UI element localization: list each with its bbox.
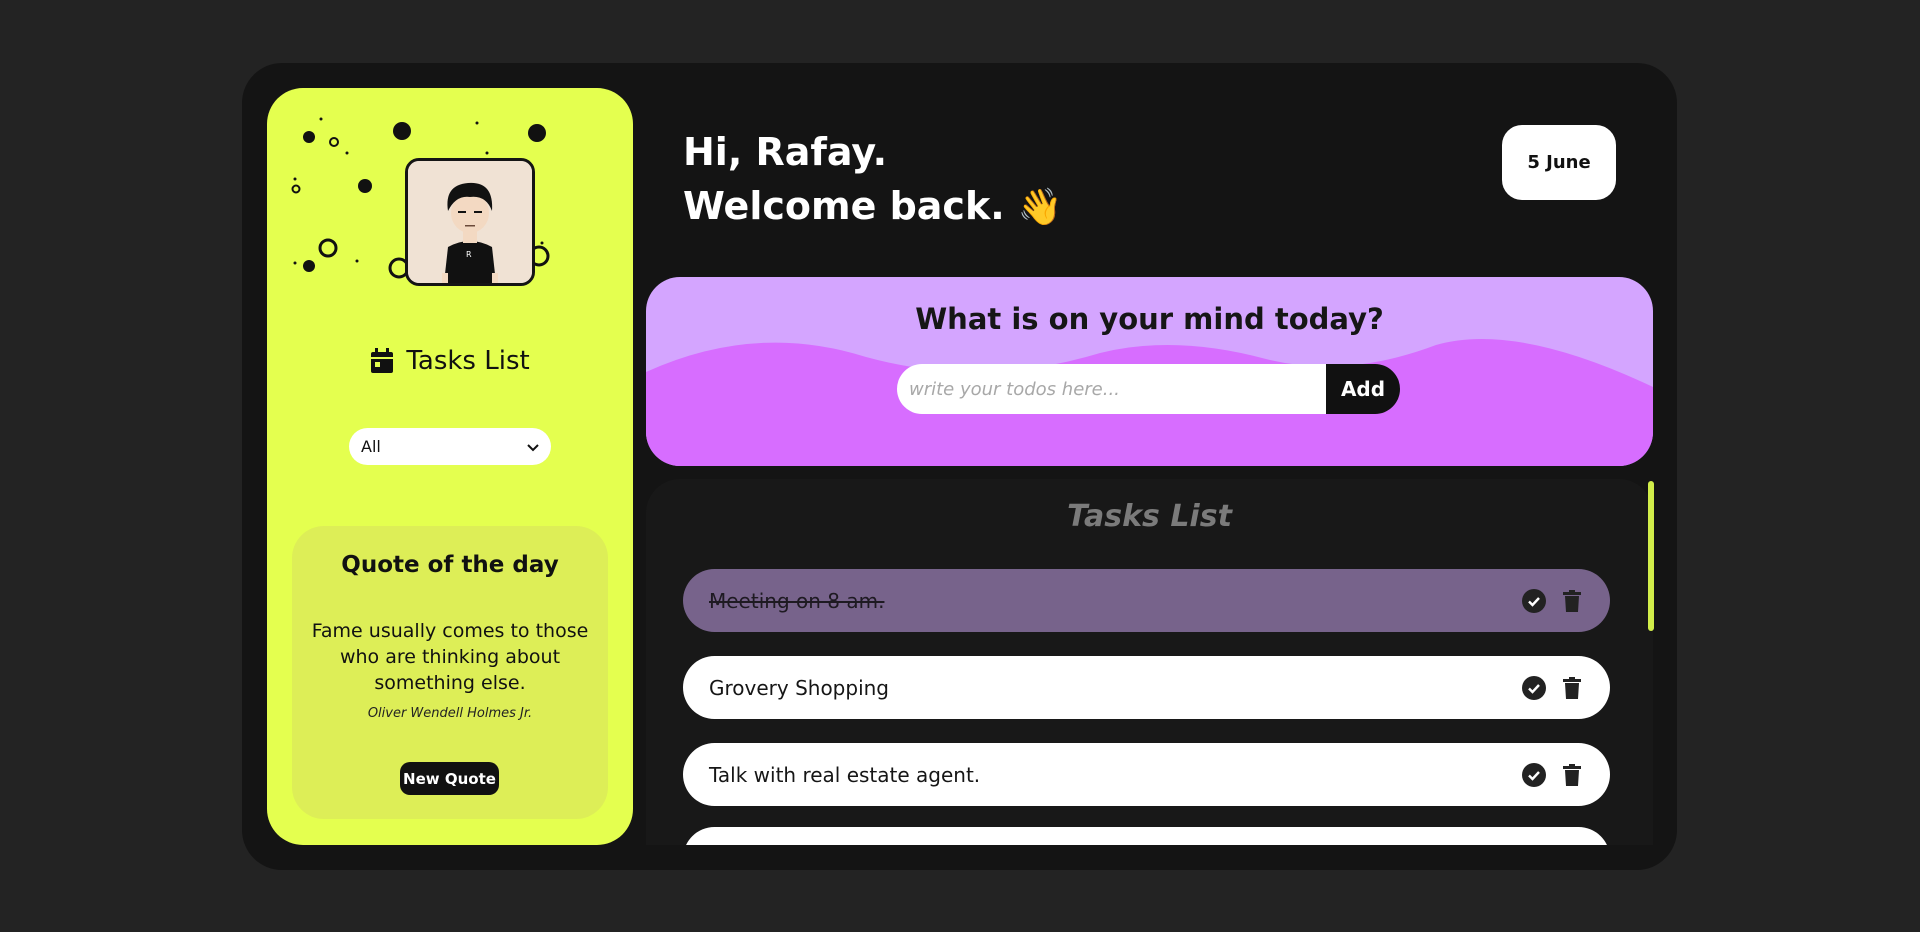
task-item: Meeting on 8 am. — [683, 569, 1610, 632]
add-button[interactable]: Add — [1326, 364, 1400, 414]
tasks-panel[interactable]: Tasks List Meeting on 8 am. Grovery Shop… — [646, 479, 1653, 845]
quote-heading: Quote of the day — [341, 552, 559, 578]
task-text: Talk with real estate agent. — [709, 762, 981, 787]
quote-card: Quote of the day Fame usually comes to t… — [292, 526, 608, 819]
sidebar-title-text: Tasks List — [406, 346, 530, 376]
user-avatar: R — [405, 158, 535, 286]
todo-composer: What is on your mind today? Add — [646, 277, 1653, 466]
greeting: Hi, Rafay. Welcome back. 👋 — [683, 125, 1063, 235]
check-circle-icon[interactable] — [1522, 675, 1546, 700]
task-actions — [1522, 675, 1584, 700]
task-item: Talk with real estate agent. — [683, 743, 1610, 806]
tasks-scrollbar[interactable] — [1648, 481, 1654, 631]
date-badge: 5 June — [1502, 125, 1616, 200]
trash-icon[interactable] — [1560, 676, 1584, 700]
task-item-partial — [683, 827, 1610, 845]
trash-icon[interactable] — [1560, 589, 1584, 613]
svg-text:R: R — [466, 250, 472, 259]
sidebar-title: Tasks List — [267, 346, 633, 376]
tasks-title: Tasks List — [1067, 499, 1232, 534]
filter-selected-value: All — [361, 437, 381, 456]
trash-icon[interactable] — [1560, 763, 1584, 787]
greeting-line1: Hi, Rafay. — [683, 130, 888, 174]
filter-select[interactable]: All — [349, 428, 551, 465]
avatar-decoration: R — [287, 113, 613, 293]
app-container: R Tasks List All Quote of the day Fame u… — [242, 63, 1677, 870]
quote-author: Oliver Wendell Holmes Jr. — [367, 706, 533, 721]
task-item: Grovery Shopping — [683, 656, 1610, 719]
quote-text: Fame usually comes to those who are thin… — [311, 620, 589, 694]
todo-input[interactable] — [897, 364, 1326, 414]
sidebar: R Tasks List All Quote of the day Fame u… — [267, 88, 633, 845]
task-text: Grovery Shopping — [709, 675, 889, 700]
calendar-icon — [370, 348, 394, 374]
composer-title: What is on your mind today? — [915, 302, 1384, 336]
greeting-line2-row: Welcome back. 👋 — [683, 179, 1063, 235]
check-circle-icon[interactable] — [1522, 762, 1546, 787]
task-actions — [1522, 588, 1584, 613]
task-actions — [1522, 762, 1584, 787]
wave-emoji: 👋 — [1017, 187, 1063, 228]
todo-input-group: Add — [897, 364, 1400, 414]
check-circle-icon[interactable] — [1522, 588, 1546, 613]
greeting-line2: Welcome back. — [683, 184, 1005, 228]
task-text: Meeting on 8 am. — [709, 588, 885, 613]
new-quote-button[interactable]: New Quote — [400, 762, 499, 795]
chevron-down-icon — [527, 437, 539, 456]
